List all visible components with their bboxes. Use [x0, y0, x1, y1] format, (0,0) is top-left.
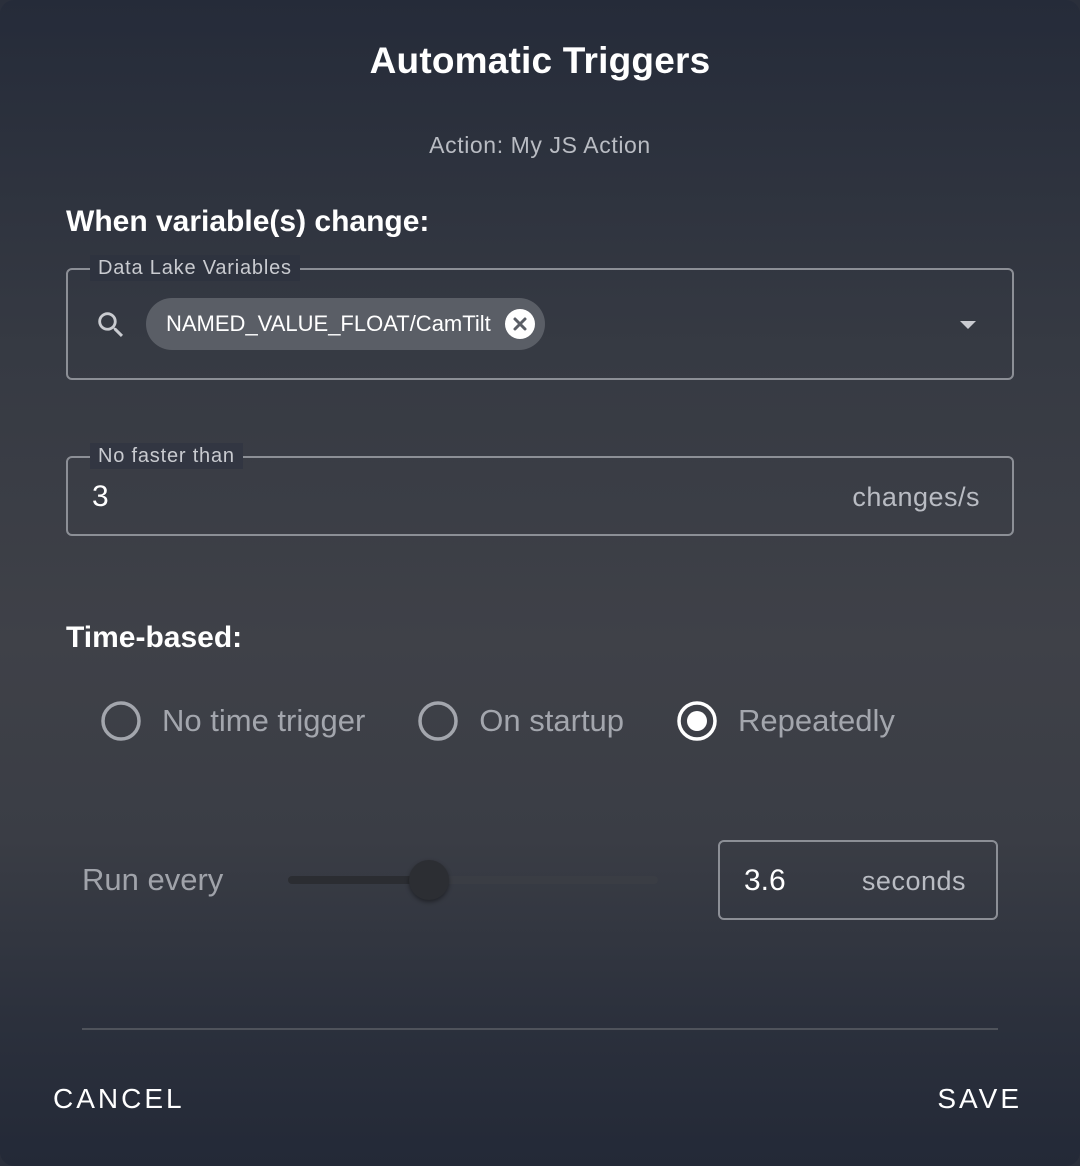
close-circle-icon[interactable]	[504, 309, 535, 339]
time-section-heading: Time-based:	[66, 621, 243, 654]
radio-label-repeatedly: Repeatedly	[738, 703, 895, 738]
cancel-button[interactable]: CANCEL	[53, 1083, 185, 1115]
radio-label-on-startup: On startup	[479, 703, 625, 738]
radio-unchecked-icon	[417, 700, 459, 742]
run-every-label: Run every	[82, 862, 224, 897]
dialog-divider	[82, 1028, 998, 1030]
variables-section-heading: When variable(s) change:	[66, 205, 430, 238]
radio-repeatedly[interactable]: Repeatedly	[676, 700, 895, 742]
search-icon	[94, 308, 128, 342]
dialog-title: Automatic Triggers	[369, 40, 711, 81]
radio-on-startup[interactable]: On startup	[417, 700, 624, 742]
dropdown-arrow-icon[interactable]	[958, 318, 978, 332]
data-lake-variables-label: Data Lake Variables	[90, 255, 300, 281]
radio-checked-icon	[676, 700, 718, 742]
rate-limit-value[interactable]: 3	[92, 480, 109, 514]
interval-slider[interactable]	[288, 860, 658, 900]
save-button[interactable]: SAVE	[937, 1083, 1022, 1115]
radio-label-no-time-trigger: No time trigger	[162, 703, 366, 738]
dialog-subtitle: Action: My JS Action	[429, 132, 651, 158]
rate-limit-unit: changes/s	[852, 482, 980, 512]
interval-value[interactable]: 3.6	[744, 864, 786, 898]
rate-limit-field[interactable]: No faster than 3 changes/s	[66, 443, 1014, 536]
interval-field[interactable]: 3.6 seconds	[718, 840, 998, 920]
data-lake-variables-field[interactable]: Data Lake Variables NAMED_VALUE_FLOAT/Ca…	[66, 255, 1014, 380]
automatic-triggers-dialog: Automatic Triggers Action: My JS Action …	[0, 0, 1080, 1166]
chip-label: NAMED_VALUE_FLOAT/CamTilt	[166, 311, 491, 336]
slider-thumb[interactable]	[408, 860, 449, 900]
radio-unchecked-icon	[100, 700, 142, 742]
radio-no-time-trigger[interactable]: No time trigger	[100, 700, 365, 742]
time-trigger-radio-group: No time trigger On startup Repeatedly	[100, 700, 947, 742]
selected-variable-chip[interactable]: NAMED_VALUE_FLOAT/CamTilt	[146, 298, 545, 350]
interval-unit: seconds	[861, 866, 966, 896]
slider-fill	[288, 876, 429, 884]
rate-limit-label: No faster than	[90, 443, 243, 469]
